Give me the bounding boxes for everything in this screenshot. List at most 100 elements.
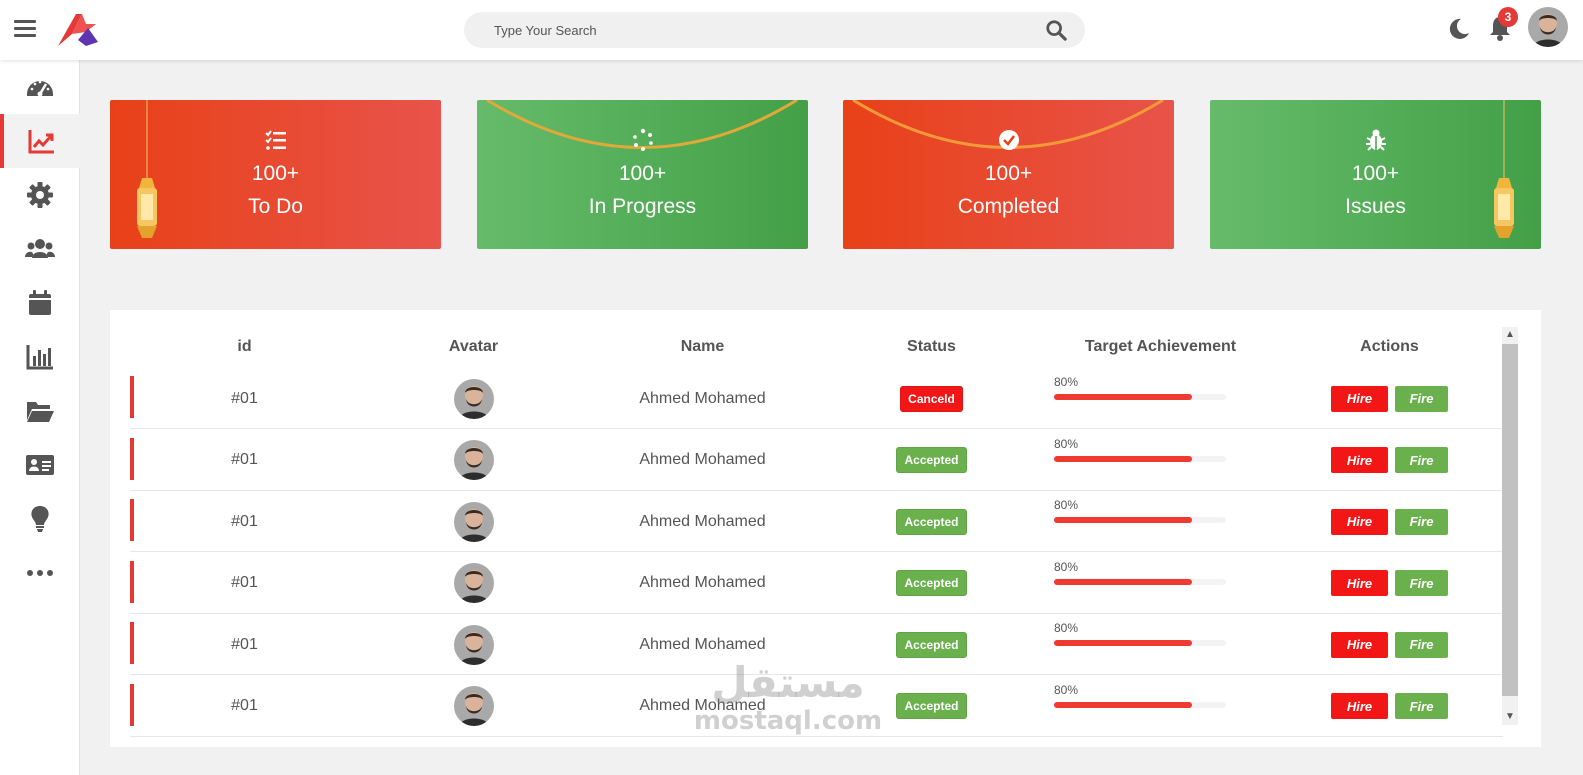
row-id: #01: [231, 697, 258, 714]
progress-fill: [1054, 701, 1192, 708]
sidebar-item-dashboard[interactable]: [0, 60, 80, 114]
card-label: To Do: [248, 195, 303, 218]
search-input[interactable]: [464, 12, 1024, 48]
target-progress: 80%: [1054, 491, 1230, 552]
sidebar-item-settings[interactable]: [0, 168, 80, 222]
stat-card-issues[interactable]: 100+ Issues: [1210, 100, 1541, 249]
progress-fill: [1054, 455, 1192, 462]
sidebar-item-analytics[interactable]: [0, 114, 80, 168]
calendar-icon: [29, 290, 51, 315]
target-percent: 80%: [1054, 375, 1079, 389]
fire-button[interactable]: Fire: [1395, 447, 1448, 473]
row-avatar-cell: [359, 368, 588, 429]
spinner-icon: [632, 128, 653, 151]
row-avatar[interactable]: [453, 686, 494, 726]
target-percent: 80%: [1054, 559, 1079, 574]
progress-fill: [1054, 517, 1192, 523]
row-name: Ahmed Mohamed: [639, 574, 766, 591]
column-header-status: Status: [907, 338, 956, 355]
row-name: Ahmed Mohamed: [639, 512, 766, 530]
table-header: id Avatar Name Status Target Achievement…: [130, 338, 1503, 358]
card-value: 100+: [1351, 162, 1400, 185]
hire-button[interactable]: Hire: [1331, 693, 1388, 719]
status-badge: Accepted: [896, 508, 967, 535]
scroll-down-arrow-icon[interactable]: ▼: [1502, 709, 1518, 725]
target-percent: 80%: [1054, 682, 1079, 697]
row-actions: Hire Fire: [1275, 614, 1504, 675]
progress-track: [1054, 455, 1226, 462]
card-label: Completed: [957, 195, 1060, 218]
app-logo[interactable]: [56, 10, 100, 50]
column-header-target: Target Achievement: [1084, 338, 1237, 355]
card-label: Issues: [1345, 195, 1406, 218]
row-status-cell: Accepted: [817, 491, 1046, 552]
scrollbar-thumb[interactable]: [1502, 344, 1518, 696]
progress-fill: [1054, 578, 1192, 585]
stat-card-completed[interactable]: 100+ Completed: [843, 100, 1174, 249]
row-avatar[interactable]: [453, 624, 494, 665]
sidebar: [0, 60, 80, 775]
hire-button[interactable]: Hire: [1331, 447, 1388, 473]
fire-button[interactable]: Fire: [1395, 508, 1448, 535]
progress-track: [1054, 701, 1226, 708]
row-avatar[interactable]: [453, 563, 494, 603]
row-avatar[interactable]: [453, 501, 494, 542]
progress-track: [1054, 517, 1226, 523]
row-avatar[interactable]: [453, 378, 494, 419]
users-icon: [25, 239, 55, 258]
folder-open-icon: [27, 402, 54, 422]
row-id: #01: [231, 635, 258, 653]
row-actions: Hire Fire: [1275, 368, 1504, 429]
row-avatar-cell: [359, 430, 588, 491]
watermark: مستقل mostaql.com: [688, 658, 888, 737]
stat-card-todo[interactable]: 100+ To Do: [110, 100, 441, 249]
sidebar-item-files[interactable]: [0, 384, 80, 438]
progress-fill: [1054, 640, 1192, 646]
row-status-cell: Canceld: [817, 368, 1046, 429]
search-icon[interactable]: [1045, 19, 1067, 41]
column-header-id: id: [237, 338, 252, 355]
sidebar-item-team[interactable]: [0, 222, 80, 276]
scroll-up-arrow-icon[interactable]: ▲: [1502, 327, 1518, 343]
target-percent: 80%: [1054, 498, 1079, 512]
card-label: In Progress: [588, 195, 697, 218]
search-bar: [464, 12, 1085, 48]
hire-button[interactable]: Hire: [1331, 570, 1388, 596]
sidebar-item-reports[interactable]: [0, 330, 80, 384]
row-status-cell: Accepted: [817, 430, 1046, 491]
target-percent: 80%: [1054, 436, 1079, 451]
progress-track: [1054, 640, 1226, 646]
fire-button[interactable]: Fire: [1395, 631, 1448, 658]
watermark-arabic: مستقل: [711, 658, 865, 707]
bug-icon: [1365, 129, 1386, 151]
column-header-actions: Actions: [1360, 338, 1419, 355]
row-name: Ahmed Mohamed: [639, 389, 766, 407]
hire-button[interactable]: Hire: [1331, 508, 1388, 535]
row-id: #01: [231, 389, 258, 407]
stat-card-in-progress[interactable]: 100+ In Progress: [477, 100, 808, 249]
id-card-icon: [26, 455, 54, 475]
fire-button[interactable]: Fire: [1395, 385, 1448, 412]
progress-track: [1054, 394, 1226, 400]
row-avatar-cell: [359, 553, 588, 614]
hamburger-menu-icon[interactable]: [14, 20, 36, 38]
hire-button[interactable]: Hire: [1331, 385, 1388, 412]
fire-button[interactable]: Fire: [1395, 570, 1448, 596]
sidebar-item-calendar[interactable]: [0, 276, 80, 330]
table-row: #01 Ahmed Mohamed Accepted 80% Hire Fire: [130, 491, 1503, 552]
dark-mode-moon-icon[interactable]: [1447, 17, 1471, 41]
table-scrollbar[interactable]: ▲ ▼: [1502, 327, 1518, 725]
user-avatar[interactable]: [1528, 7, 1568, 47]
sidebar-item-more[interactable]: [0, 546, 80, 600]
row-avatar-cell: [359, 614, 588, 675]
row-avatar[interactable]: [453, 440, 494, 480]
row-avatar-cell: [359, 676, 588, 737]
progress-track: [1054, 578, 1226, 585]
fire-button[interactable]: Fire: [1395, 693, 1448, 719]
hire-button[interactable]: Hire: [1331, 631, 1388, 658]
sidebar-item-ideas[interactable]: [0, 492, 80, 546]
target-progress: 80%: [1054, 430, 1230, 491]
sidebar-item-contacts[interactable]: [0, 438, 80, 492]
target-progress: 80%: [1054, 676, 1230, 737]
row-actions: Hire Fire: [1275, 676, 1504, 737]
